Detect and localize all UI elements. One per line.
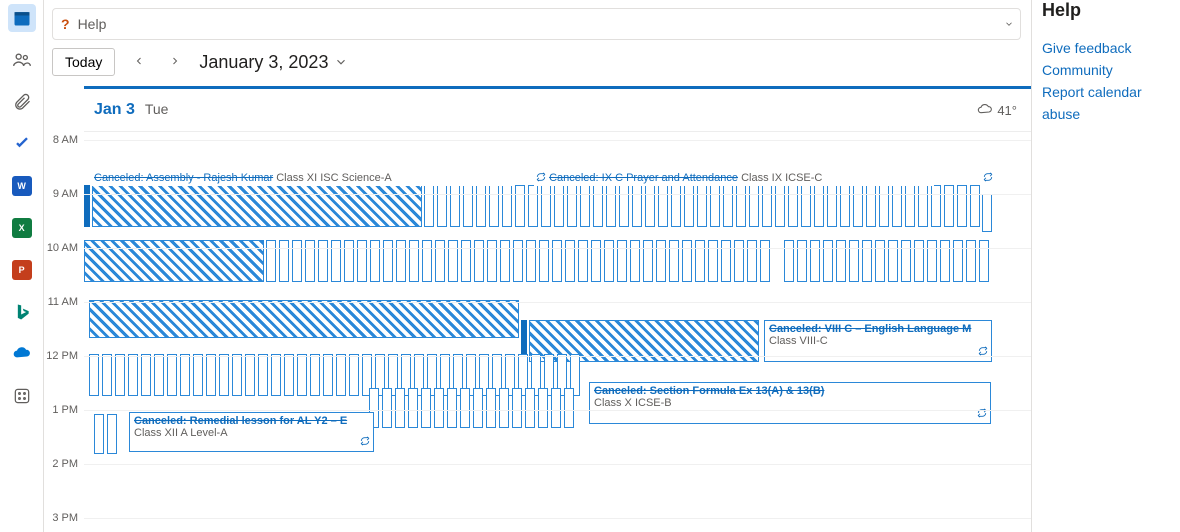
hour-label: 8 AM bbox=[53, 134, 78, 146]
hour-gridline bbox=[84, 356, 1031, 357]
busy-block[interactable] bbox=[982, 194, 992, 232]
hour-label: 3 PM bbox=[52, 512, 78, 524]
event-card-section-formula[interactable]: Canceled: Section Formula Ex 13(A) & 13(… bbox=[589, 382, 991, 424]
busy-block[interactable] bbox=[424, 185, 984, 227]
hour-label: 12 PM bbox=[46, 350, 78, 362]
hour-gridline bbox=[84, 464, 1031, 465]
search-text: Help bbox=[78, 16, 107, 32]
people-icon[interactable] bbox=[8, 46, 36, 74]
busy-block[interactable] bbox=[784, 240, 994, 282]
attachment-icon[interactable] bbox=[8, 88, 36, 116]
recurring-icon bbox=[536, 172, 546, 182]
hour-gridline bbox=[84, 194, 1031, 195]
hour-gridline bbox=[84, 140, 1031, 141]
event-label-assembly[interactable]: Canceled: Assembly - Rajesh Kumar Class … bbox=[92, 172, 512, 186]
calendar-surface: Jan 3 Tue 41° 8 AM 9 AM 10 AM 11 AM 12 PM 1 P… bbox=[44, 86, 1031, 532]
powerpoint-icon[interactable]: P bbox=[8, 256, 36, 284]
calendar-toolbar: Today January 3, 2023 bbox=[44, 48, 1031, 86]
apps-icon[interactable] bbox=[8, 382, 36, 410]
hour-label: 10 AM bbox=[47, 242, 78, 254]
hour-gridline bbox=[84, 410, 1031, 411]
day-of-week: Tue bbox=[145, 101, 169, 117]
bing-icon[interactable] bbox=[8, 298, 36, 326]
help-panel: Help Give feedback Community Report cale… bbox=[1032, 0, 1180, 532]
event-label-prayer[interactable]: Canceled: IX C Prayer and Attendance Cla… bbox=[534, 172, 934, 186]
temperature: 41° bbox=[997, 103, 1017, 118]
day-header: Jan 3 Tue 41° bbox=[84, 86, 1031, 132]
date-title-text: January 3, 2023 bbox=[199, 52, 328, 73]
event-card-remedial[interactable]: Canceled: Remedial lesson for AL Y2 – E … bbox=[129, 412, 374, 452]
cloud-icon bbox=[977, 102, 993, 118]
events-area[interactable]: Canceled: Assembly - Rajesh Kumar Class … bbox=[84, 132, 1031, 532]
busy-block[interactable] bbox=[89, 300, 519, 338]
hour-label: 2 PM bbox=[52, 458, 78, 470]
help-link-report[interactable]: Report calendar abuse bbox=[1042, 81, 1170, 125]
busy-block[interactable] bbox=[92, 185, 422, 227]
today-button[interactable]: Today bbox=[52, 48, 115, 76]
busy-block[interactable] bbox=[94, 414, 124, 454]
current-time-marker bbox=[84, 185, 90, 227]
busy-block[interactable] bbox=[266, 240, 776, 282]
chevron-down-icon bbox=[334, 55, 348, 69]
help-link-community[interactable]: Community bbox=[1042, 59, 1170, 81]
date-picker[interactable]: January 3, 2023 bbox=[199, 52, 348, 73]
help-link-feedback[interactable]: Give feedback bbox=[1042, 37, 1170, 59]
next-day-button[interactable] bbox=[163, 50, 187, 74]
excel-icon[interactable]: X bbox=[8, 214, 36, 242]
chevron-down-icon[interactable] bbox=[1004, 16, 1014, 32]
prev-day-button[interactable] bbox=[127, 50, 151, 74]
recurring-icon bbox=[983, 172, 993, 182]
hour-gridline bbox=[84, 248, 1031, 249]
app-rail: W X P bbox=[0, 0, 44, 532]
hour-gridline bbox=[84, 518, 1031, 519]
hour-label: 11 AM bbox=[48, 296, 78, 308]
todo-icon[interactable] bbox=[8, 130, 36, 158]
recurring-icon bbox=[360, 436, 370, 449]
day-short: Jan 3 bbox=[94, 101, 135, 118]
weather-widget[interactable]: 41° bbox=[977, 102, 1017, 118]
main-area: ? Help Today January 3, 2023 Jan 3 Tue 4… bbox=[44, 0, 1032, 532]
hour-gridline bbox=[84, 302, 1031, 303]
search-input[interactable]: ? Help bbox=[52, 8, 1021, 40]
help-heading: Help bbox=[1042, 0, 1170, 21]
recurring-icon bbox=[978, 346, 988, 359]
help-icon: ? bbox=[61, 16, 70, 32]
word-icon[interactable]: W bbox=[8, 172, 36, 200]
calendar-icon[interactable] bbox=[8, 4, 36, 32]
onedrive-icon[interactable] bbox=[8, 340, 36, 368]
busy-block[interactable] bbox=[369, 388, 584, 428]
hour-label: 1 PM bbox=[52, 404, 78, 416]
hour-label: 9 AM bbox=[53, 188, 78, 200]
time-column: 8 AM 9 AM 10 AM 11 AM 12 PM 1 PM 2 PM 3 PM bbox=[44, 132, 84, 532]
busy-block[interactable] bbox=[84, 240, 264, 282]
